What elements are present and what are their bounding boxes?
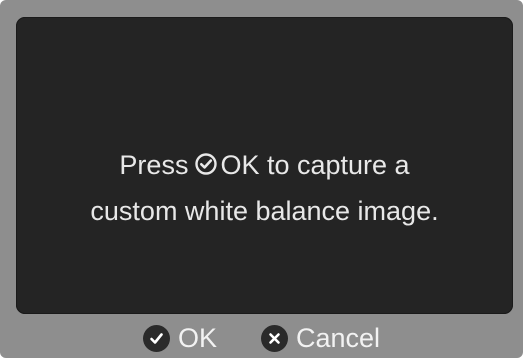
lcd-screen: Press OK to capture a custom white balanc…: [16, 17, 513, 314]
message-ok-text: OK to capture a: [220, 150, 410, 180]
instruction-message: Press OK to capture a custom white balanc…: [16, 143, 513, 233]
message-press-text: Press: [119, 150, 189, 180]
x-icon: [260, 324, 288, 352]
message-line-2: custom white balance image.: [90, 196, 439, 226]
checkmark-icon: [142, 324, 170, 352]
checkmark-circle-icon: [194, 145, 218, 189]
ok-label: OK: [177, 322, 217, 353]
ok-button[interactable]: OK: [142, 322, 217, 354]
message-line-1: Press OK to capture a: [16, 143, 513, 189]
cancel-label: Cancel: [295, 322, 381, 353]
button-bar: OK Cancel: [0, 318, 523, 358]
camera-dialog-frame: Press OK to capture a custom white balanc…: [0, 0, 523, 358]
cancel-button[interactable]: Cancel: [260, 322, 381, 354]
